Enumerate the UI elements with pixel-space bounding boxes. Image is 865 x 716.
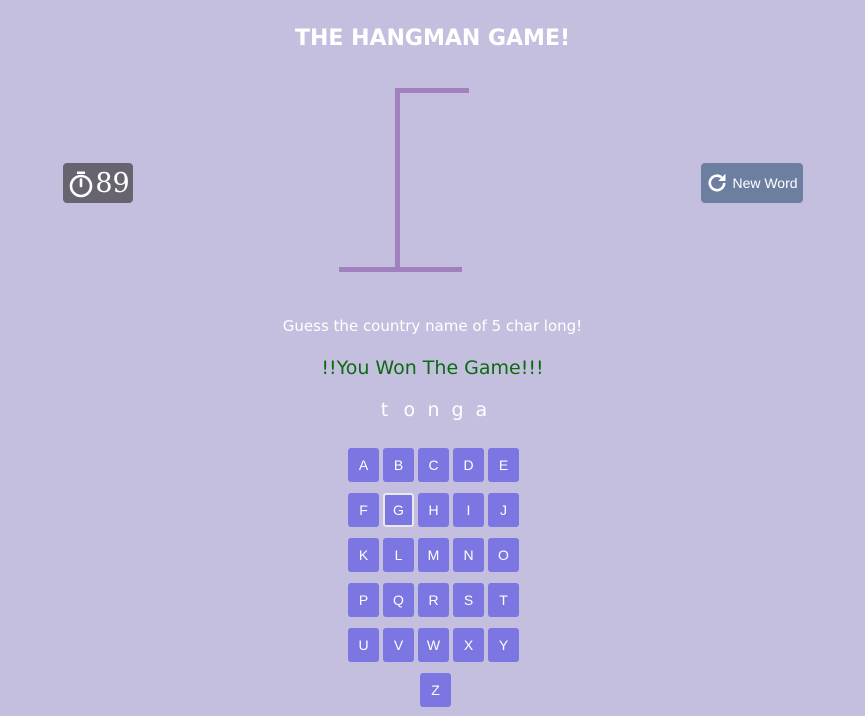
- game-result-message: !!You Won The Game!!!: [321, 357, 544, 379]
- refresh-icon: [709, 173, 726, 192]
- word-letter: t: [380, 399, 389, 421]
- key-x[interactable]: X: [453, 628, 484, 662]
- gallows-pole: [395, 88, 400, 270]
- key-q[interactable]: Q: [383, 583, 414, 617]
- key-k[interactable]: K: [348, 538, 379, 572]
- gallows-beam: [395, 88, 469, 93]
- key-d[interactable]: D: [453, 448, 484, 482]
- keyboard-row: F G H I J: [348, 493, 523, 527]
- key-p[interactable]: P: [348, 583, 379, 617]
- word-letter: g: [451, 399, 464, 421]
- key-o[interactable]: O: [488, 538, 519, 572]
- key-v[interactable]: V: [383, 628, 414, 662]
- key-f[interactable]: F: [348, 493, 379, 527]
- word-hint: Guess the country name of 5 char long!: [282, 317, 583, 335]
- guessed-word: t o n g a: [0, 399, 865, 421]
- word-letter: o: [403, 399, 416, 421]
- gallows-base: [339, 267, 462, 272]
- key-m[interactable]: M: [418, 538, 449, 572]
- key-t[interactable]: T: [488, 583, 519, 617]
- key-e[interactable]: E: [488, 448, 519, 482]
- key-g[interactable]: G: [383, 493, 414, 527]
- key-u[interactable]: U: [348, 628, 379, 662]
- key-s[interactable]: S: [453, 583, 484, 617]
- key-j[interactable]: J: [488, 493, 519, 527]
- keyboard-row: K L M N O: [348, 538, 523, 572]
- key-c[interactable]: C: [418, 448, 449, 482]
- word-letter: n: [427, 399, 440, 421]
- countdown-timer: 89: [63, 163, 133, 203]
- key-a[interactable]: A: [348, 448, 379, 482]
- key-l[interactable]: L: [383, 538, 414, 572]
- key-w[interactable]: W: [418, 628, 449, 662]
- key-i[interactable]: I: [453, 493, 484, 527]
- keyboard-row: U V W X Y: [348, 628, 523, 662]
- stopwatch-icon: [70, 171, 93, 198]
- key-b[interactable]: B: [383, 448, 414, 482]
- key-z[interactable]: Z: [420, 673, 451, 707]
- key-n[interactable]: N: [453, 538, 484, 572]
- key-h[interactable]: H: [418, 493, 449, 527]
- new-word-button[interactable]: New Word: [701, 163, 803, 203]
- keyboard-row: P Q R S T: [348, 583, 523, 617]
- timer-value: 89: [95, 167, 130, 199]
- key-y[interactable]: Y: [488, 628, 519, 662]
- new-word-label: New Word: [732, 175, 798, 191]
- letter-keyboard: A B C D E F G H I J K L M N O P Q R S T …: [348, 448, 523, 716]
- keyboard-row: A B C D E: [348, 448, 523, 482]
- key-r[interactable]: R: [418, 583, 449, 617]
- keyboard-row: Z: [348, 673, 523, 707]
- word-letter: a: [475, 399, 488, 421]
